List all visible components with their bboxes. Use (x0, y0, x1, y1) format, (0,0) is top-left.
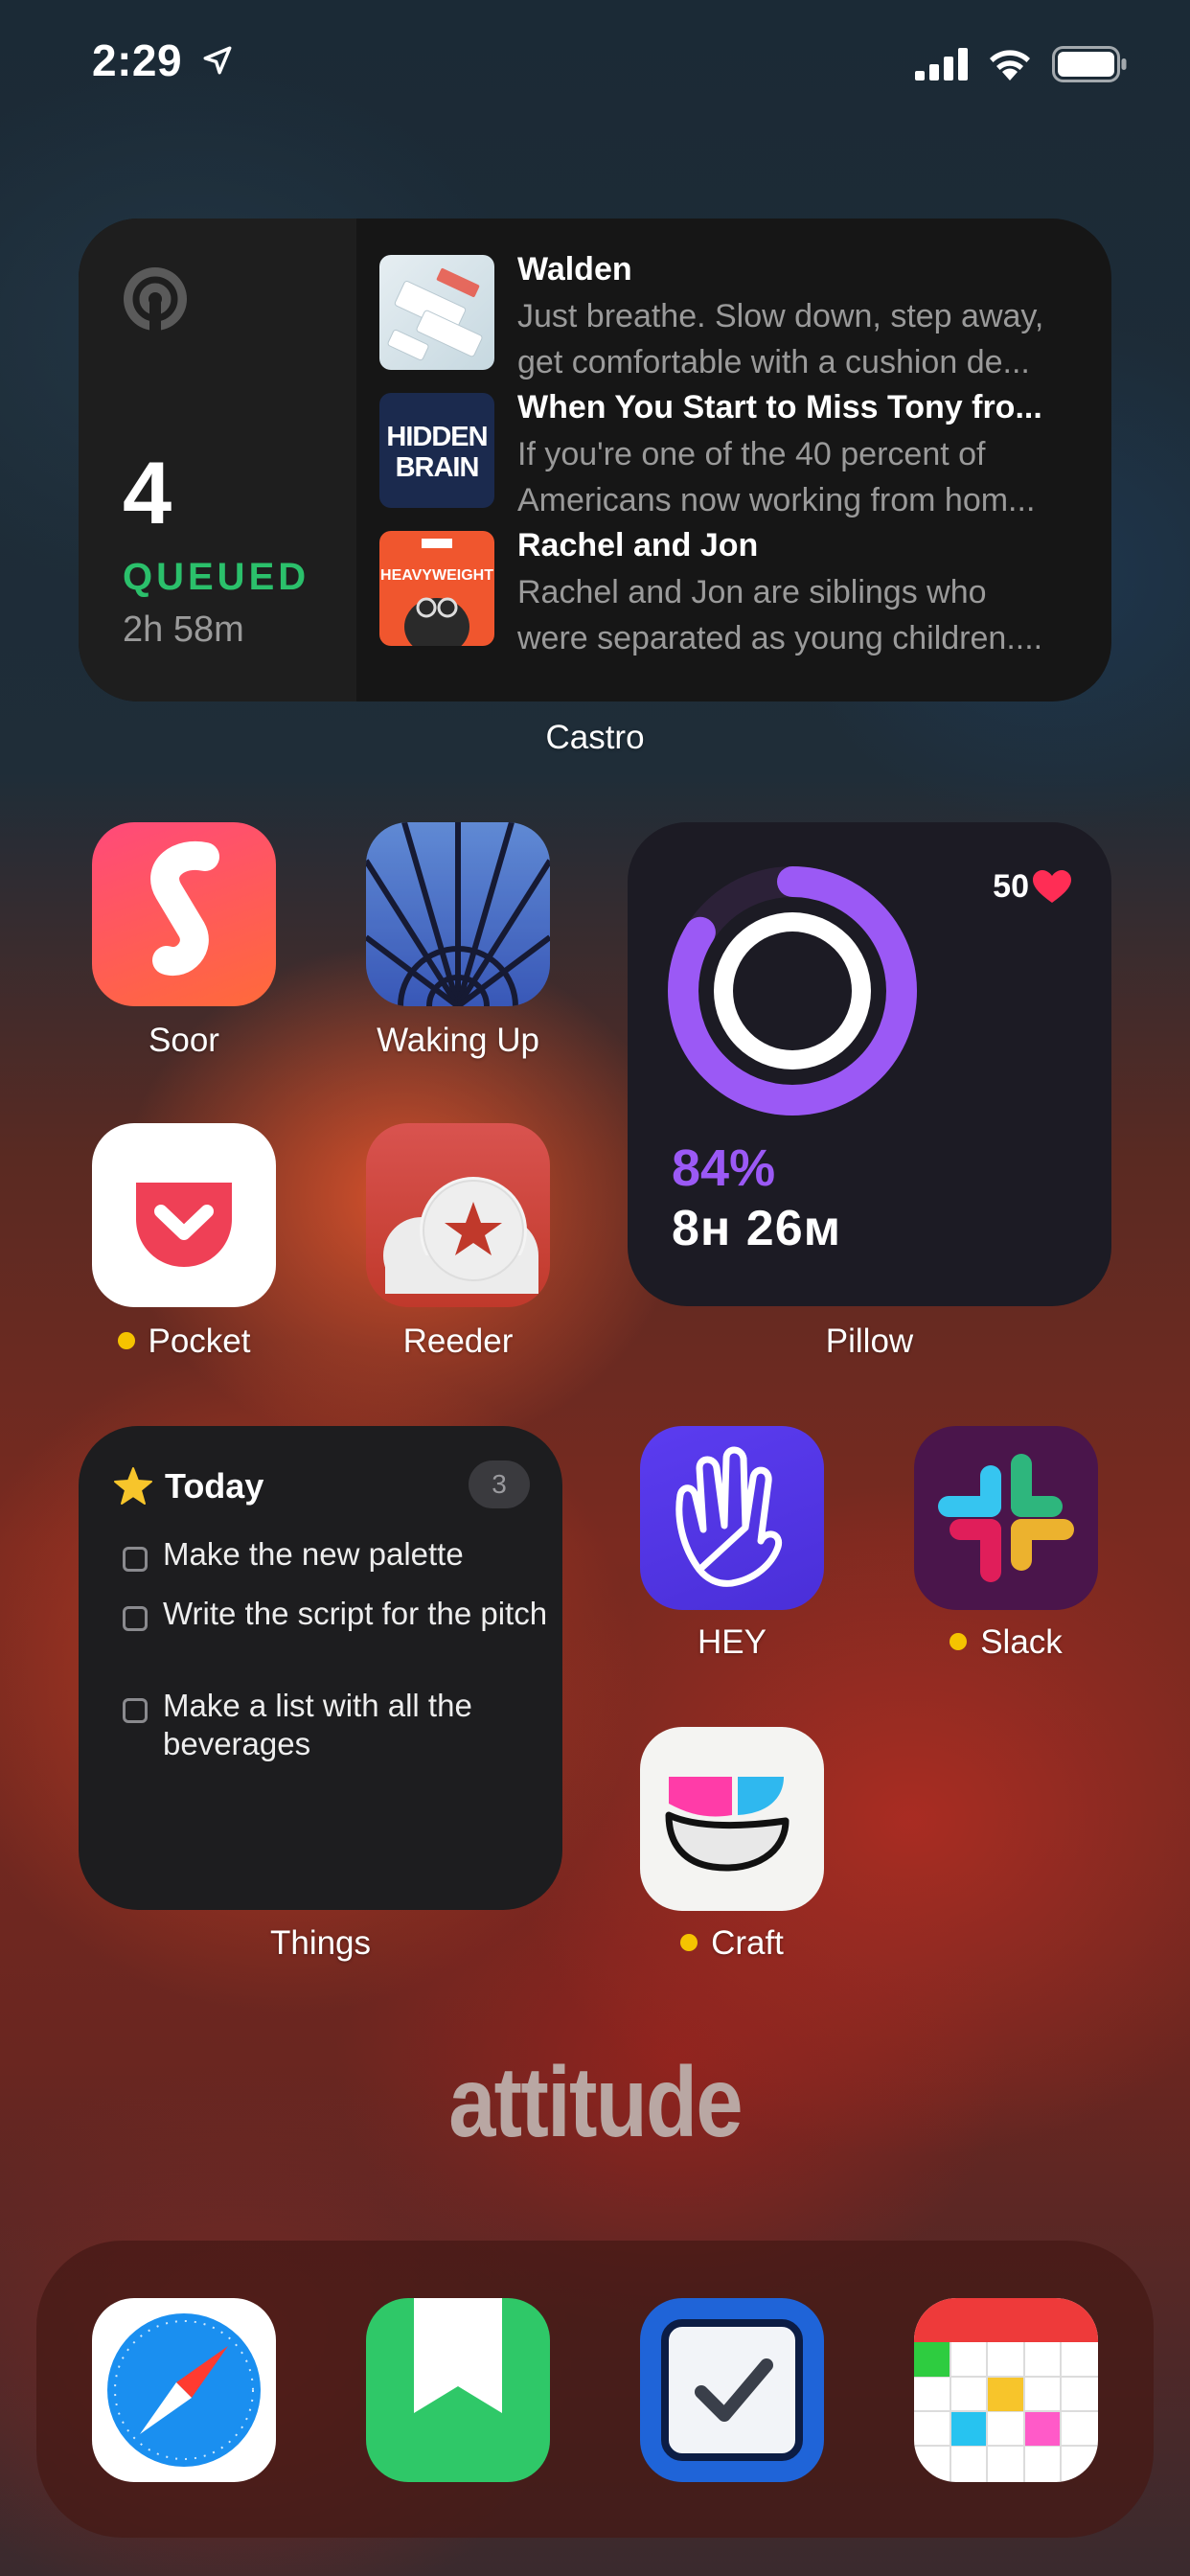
episode-description: If you're one of the 40 percent of Ameri… (517, 436, 1036, 518)
episode-artwork: HEAVYWEIGHT (379, 531, 494, 646)
fantastical-calendar-app-icon[interactable] (914, 2298, 1098, 2482)
episode-artwork: HIDDEN BRAIN (379, 393, 494, 508)
todo-text: Make the new palette (163, 1536, 464, 1572)
craft-label: Craft (627, 1924, 837, 1963)
sleep-duration: 8н 26м (672, 1201, 842, 1256)
todo-text: Write the script for the pitch (163, 1596, 548, 1631)
reeder-label: Reeder (402, 1322, 514, 1360)
episode-description: Just breathe. Slow down, step away, get … (517, 298, 1044, 380)
bookmark-app-icon[interactable] (366, 2298, 550, 2482)
notification-dot (680, 1933, 698, 1951)
omnifocus-checkbox-app-icon[interactable] (640, 2298, 824, 2482)
wifi-icon (990, 50, 1030, 80)
things-widget[interactable]: Today 3 Make the new palette Write the s… (79, 1426, 562, 1910)
slack-label: Slack (901, 1623, 1111, 1662)
waking-up-label: Waking Up (377, 1022, 539, 1059)
battery-icon (1052, 46, 1127, 82)
todo-text: Make a list with all the beverages (163, 1688, 472, 1761)
soor-app-icon[interactable] (92, 822, 276, 1006)
pocket-app-icon[interactable] (92, 1123, 276, 1307)
sleep-quality-ring (668, 866, 917, 1116)
things-list-title: Today (165, 1466, 264, 1506)
episode-description: Rachel and Jon are siblings who were sep… (517, 574, 1043, 656)
episode-title: Rachel and Jon (517, 527, 759, 564)
cellular-signal-icon (915, 48, 968, 80)
slack-app-icon[interactable] (914, 1426, 1098, 1610)
queued-label: QUEUED (123, 556, 310, 598)
castro-widget-label: Castro (545, 719, 645, 756)
reeder-app-icon[interactable] (366, 1123, 550, 1307)
todo-checkbox[interactable] (123, 1698, 148, 1723)
waking-up-app-icon[interactable] (366, 822, 550, 1006)
status-time: 2:29 (92, 35, 183, 85)
wallpaper-text: attitude (448, 2047, 743, 2158)
episode-item[interactable]: HIDDEN BRAIN When You Start to Miss Tony… (379, 389, 1088, 518)
pocket-label: Pocket (77, 1322, 291, 1361)
notification-dot (117, 1331, 135, 1349)
things-count-badge: 3 (469, 1460, 530, 1508)
pillow-widget-label: Pillow (825, 1322, 914, 1360)
heart-icon (1033, 870, 1071, 903)
episode-artwork (379, 255, 494, 370)
notification-dot (950, 1632, 968, 1650)
episode-title: When You Start to Miss Tony fro... (517, 389, 1042, 426)
episode-item[interactable]: HEAVYWEIGHT Rachel and Jon Rachel and Jo… (379, 527, 1088, 656)
todo-checkbox[interactable] (123, 1606, 148, 1631)
hey-app-icon[interactable] (640, 1426, 824, 1610)
episode-title: Walden (517, 251, 632, 288)
heart-rate-value: 50 (993, 868, 1029, 905)
castro-widget[interactable]: 4 QUEUED 2h 58m Walden Just breathe. Slo… (79, 218, 1111, 702)
location-arrow-icon (203, 46, 232, 75)
craft-app-icon[interactable] (640, 1727, 824, 1911)
queued-count: 4 (123, 445, 172, 542)
hey-label: HEY (698, 1623, 767, 1661)
todo-checkbox[interactable] (123, 1547, 148, 1572)
star-icon (114, 1467, 152, 1505)
castro-logo-icon (124, 267, 187, 334)
castro-summary: 4 QUEUED 2h 58m (79, 218, 356, 702)
pillow-widget[interactable]: 50 84% 8н 26м (628, 822, 1111, 1306)
sleep-quality-percent: 84% (672, 1139, 776, 1197)
safari-app-icon[interactable] (92, 2298, 276, 2482)
queued-duration: 2h 58m (123, 610, 244, 650)
soor-label: Soor (149, 1022, 219, 1059)
things-widget-label: Things (269, 1924, 372, 1962)
episode-item[interactable]: Walden Just breathe. Slow down, step awa… (379, 251, 1088, 380)
